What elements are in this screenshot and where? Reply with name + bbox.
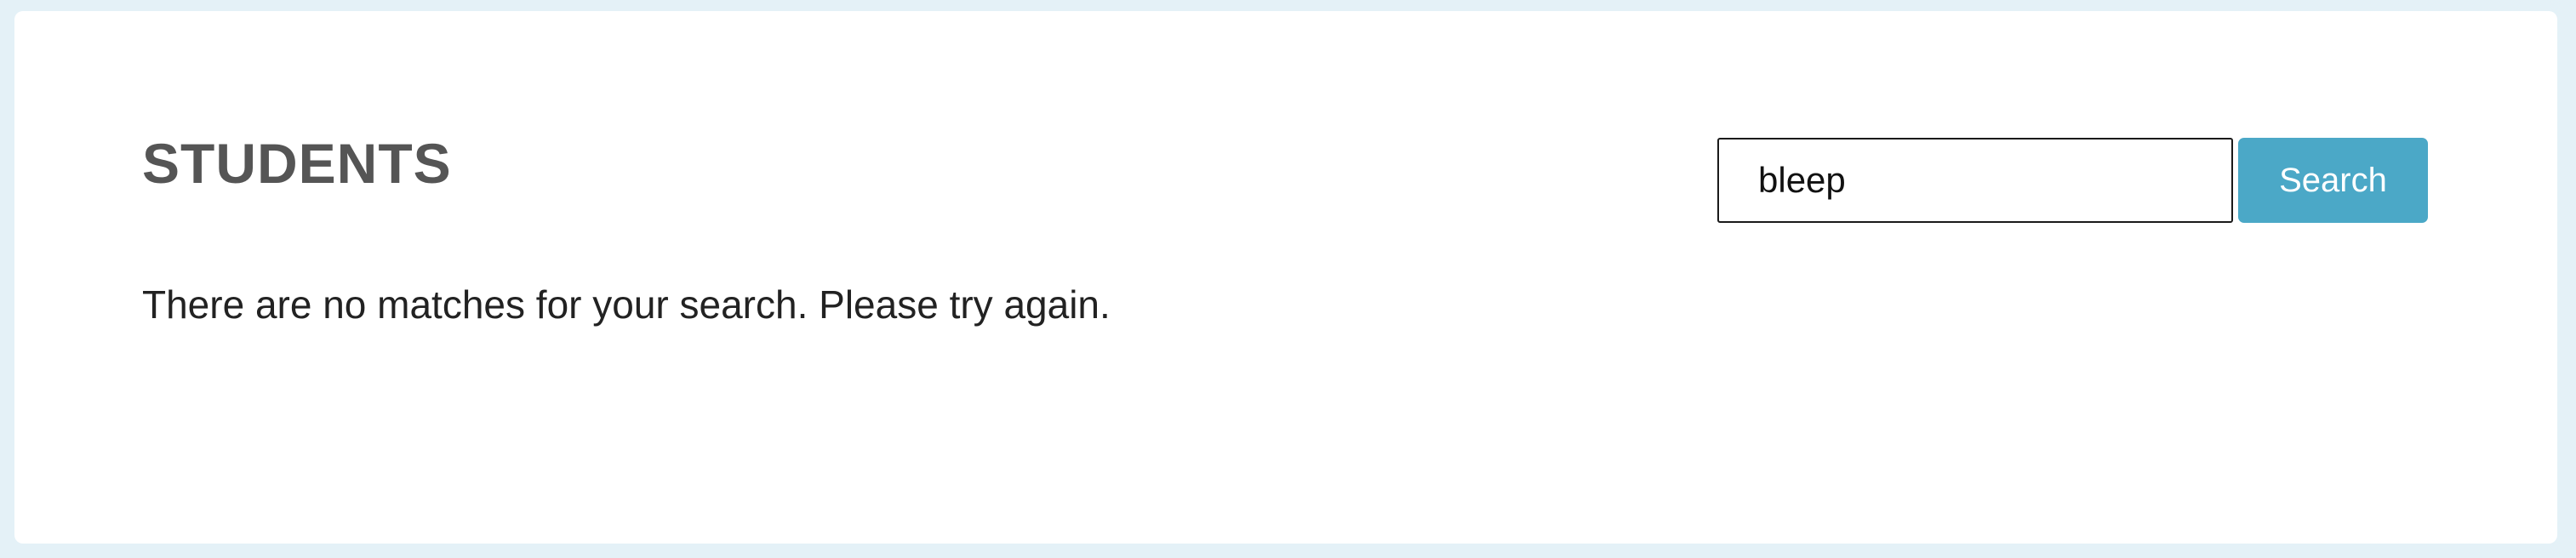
page-title: STUDENTS [142, 132, 452, 195]
search-input[interactable] [1717, 138, 2233, 223]
search-button[interactable]: Search [2238, 138, 2428, 223]
students-panel: STUDENTS There are no matches for your s… [14, 11, 2557, 544]
no-results-message: There are no matches for your search. Pl… [142, 282, 1111, 327]
